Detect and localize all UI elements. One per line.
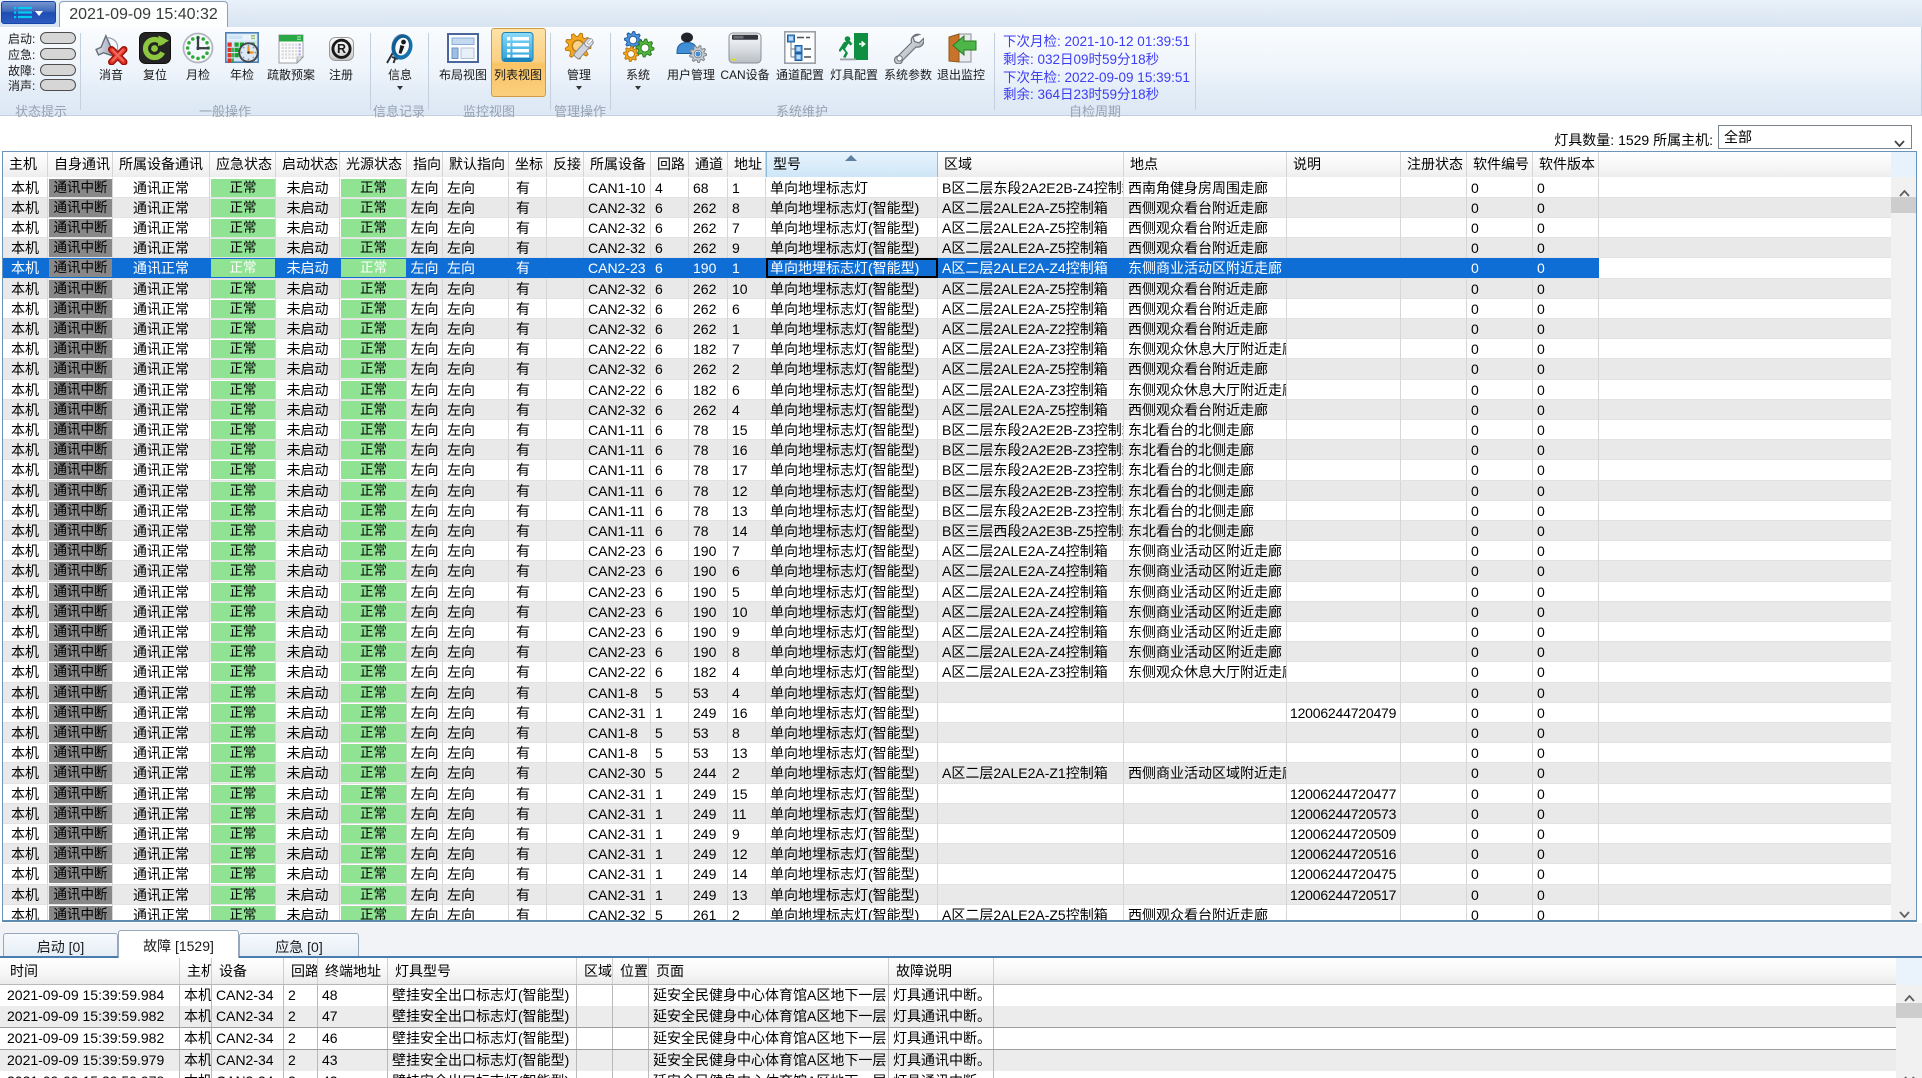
svg-text:R: R xyxy=(336,42,345,56)
